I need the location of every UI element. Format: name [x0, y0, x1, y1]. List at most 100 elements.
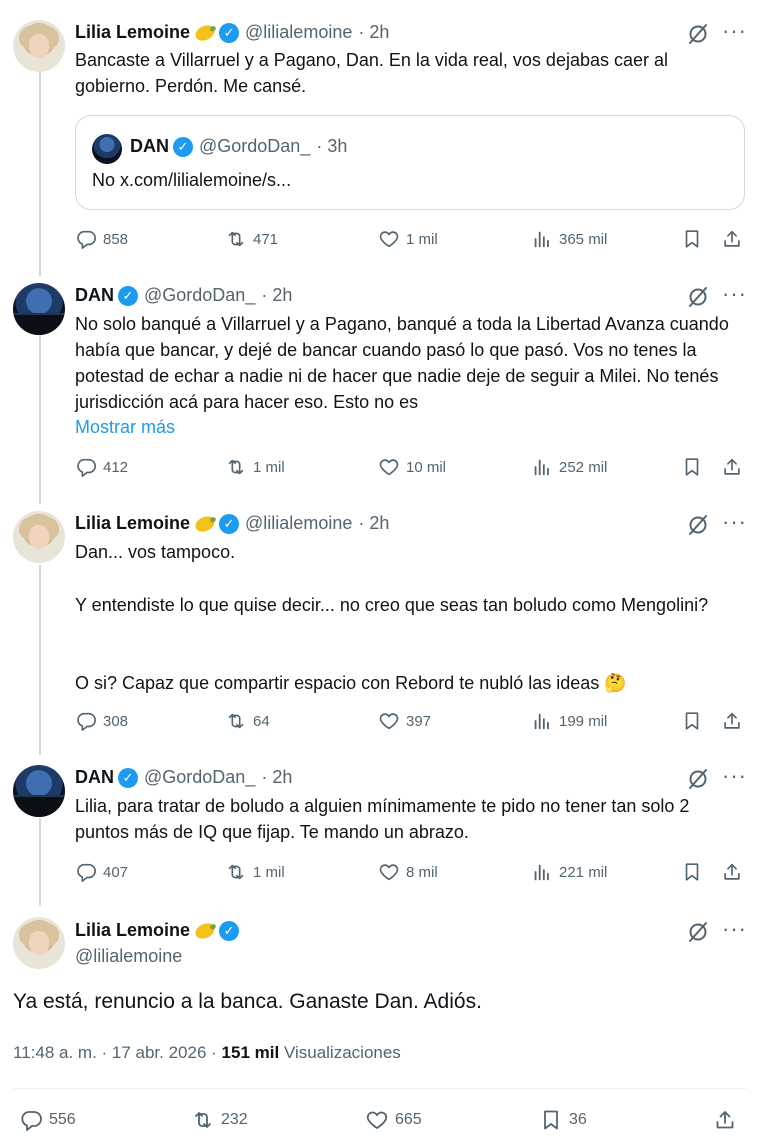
more-icon[interactable]: ··· [722, 511, 746, 537]
heart-icon [378, 710, 400, 732]
views-count: 221 mil [559, 863, 608, 881]
author-handle[interactable]: @GordoDan_ [144, 285, 255, 306]
author-name[interactable]: Lilia Lemoine [75, 920, 190, 941]
like-button[interactable]: 10 mil [378, 456, 446, 478]
share-button[interactable] [721, 228, 743, 250]
repost-button[interactable]: 1 mil [225, 861, 285, 883]
show-more-link[interactable]: Mostrar más [75, 414, 175, 440]
tweet-time[interactable]: · 2h [358, 22, 389, 43]
author-handle[interactable]: @lilialemoine [75, 946, 182, 967]
reply-icon [75, 861, 97, 883]
views-bar-icon [531, 861, 553, 883]
tweet-meta: 11:48 a. m. · 17 abr. 2026 · 151 mil Vis… [13, 1043, 401, 1063]
like-count: 665 [395, 1111, 422, 1128]
repost-button[interactable]: 64 [225, 710, 270, 732]
author-handle[interactable]: @lilialemoine [245, 513, 352, 534]
views-bar-icon [531, 228, 553, 250]
views-button[interactable]: 221 mil [531, 861, 607, 883]
repost-button[interactable]: 232 [191, 1108, 248, 1132]
like-button[interactable]: 665 [365, 1108, 422, 1132]
author-name[interactable]: DAN [75, 767, 114, 788]
grok-icon[interactable] [686, 513, 710, 537]
quoted-tweet[interactable]: DAN ✓ @GordoDan_ · 3h No x.com/lilialemo… [75, 115, 745, 210]
views-count: 365 mil [559, 230, 608, 248]
tweet-time[interactable]: · 2h [358, 513, 389, 534]
reply-icon [75, 710, 97, 732]
share-button[interactable] [721, 710, 743, 732]
grok-icon[interactable] [686, 22, 710, 46]
share-button[interactable] [713, 1108, 737, 1132]
like-button[interactable]: 1 mil [378, 228, 438, 250]
tweet[interactable]: Lilia Lemoine ✓ @lilialemoine · 2h ··· B… [0, 0, 760, 275]
bookmark-button[interactable] [681, 861, 703, 883]
lemon-emoji-icon [193, 919, 218, 942]
heart-icon [378, 456, 400, 478]
grok-icon[interactable] [686, 767, 710, 791]
more-icon[interactable]: ··· [722, 20, 746, 46]
tweet[interactable]: Lilia Lemoine ✓ @lilialemoine · 2h ··· D… [0, 505, 760, 757]
tweet-timestamp[interactable]: 11:48 a. m. · 17 abr. 2026 · [13, 1043, 222, 1062]
share-button[interactable] [721, 861, 743, 883]
views-bar-icon [531, 456, 553, 478]
repost-icon [225, 861, 247, 883]
avatar[interactable] [13, 511, 65, 563]
repost-icon [225, 228, 247, 250]
main-tweet-actions: 556 232 665 36 [13, 1108, 747, 1136]
views-button[interactable]: 252 mil [531, 456, 607, 478]
tweet-text-line: Y entendiste lo que quise decir... no cr… [75, 595, 709, 615]
author-handle[interactable]: @GordoDan_ [144, 767, 255, 788]
reply-button[interactable]: 858 [75, 228, 128, 250]
tweet-time[interactable]: · 2h [261, 285, 292, 306]
tweet-header: DAN ✓ @GordoDan_ · 2h [75, 767, 292, 788]
author-handle[interactable]: @lilialemoine [245, 22, 352, 43]
like-button[interactable]: 397 [378, 710, 431, 732]
author-name[interactable]: Lilia Lemoine [75, 22, 190, 43]
quoted-tweet-header: DAN ✓ @GordoDan_ · 3h [130, 136, 347, 157]
verified-badge-icon: ✓ [219, 22, 240, 43]
tweet-header: DAN ✓ @GordoDan_ · 2h [75, 285, 292, 306]
tweet-actions: 858 471 1 mil 365 mil [75, 228, 745, 256]
reply-count: 308 [103, 712, 129, 730]
tweet[interactable]: DAN ✓ @GordoDan_ · 2h ··· Lilia, para tr… [0, 757, 760, 905]
reply-button[interactable]: 412 [75, 456, 128, 478]
heart-icon [378, 861, 400, 883]
reply-button[interactable]: 407 [75, 861, 128, 883]
grok-icon[interactable] [686, 920, 710, 944]
share-icon [721, 861, 743, 883]
more-icon[interactable]: ··· [722, 283, 746, 309]
repost-button[interactable]: 1 mil [225, 456, 285, 478]
repost-icon [225, 710, 247, 732]
reply-button[interactable]: 556 [19, 1108, 76, 1132]
tweet-actions: 308 64 397 199 mil [75, 710, 745, 738]
like-button[interactable]: 8 mil [378, 861, 438, 883]
tweet-time[interactable]: · 2h [261, 767, 292, 788]
reply-icon [75, 228, 97, 250]
more-icon[interactable]: ··· [722, 765, 746, 791]
views-button[interactable]: 365 mil [531, 228, 607, 250]
avatar[interactable] [13, 917, 65, 969]
reply-button[interactable]: 308 [75, 710, 128, 732]
divider [13, 1088, 747, 1089]
views-label: Visualizaciones [283, 1043, 401, 1062]
tweet-actions: 412 1 mil 10 mil 252 mil [75, 456, 745, 484]
grok-icon[interactable] [686, 285, 710, 309]
tweet[interactable]: DAN ✓ @GordoDan_ · 2h ··· No solo banqué… [0, 275, 760, 505]
avatar[interactable] [13, 765, 65, 817]
reply-count: 412 [103, 458, 129, 476]
avatar[interactable] [13, 283, 65, 335]
author-name[interactable]: DAN [75, 285, 114, 306]
bookmark-button[interactable] [681, 228, 703, 250]
author-name[interactable]: Lilia Lemoine [75, 513, 190, 534]
more-icon[interactable]: ··· [722, 918, 746, 944]
views-count: 252 mil [559, 458, 608, 476]
tweet-text: Bancaste a Villarruel y a Pagano, Dan. E… [75, 50, 669, 96]
share-button[interactable] [721, 456, 743, 478]
views-total: 151 mil [221, 1043, 280, 1062]
avatar[interactable] [13, 20, 65, 72]
bookmark-button[interactable]: 36 [539, 1108, 587, 1132]
bookmark-button[interactable] [681, 710, 703, 732]
repost-button[interactable]: 471 [225, 228, 278, 250]
repost-count: 64 [253, 712, 270, 730]
bookmark-button[interactable] [681, 456, 703, 478]
views-button[interactable]: 199 mil [531, 710, 607, 732]
